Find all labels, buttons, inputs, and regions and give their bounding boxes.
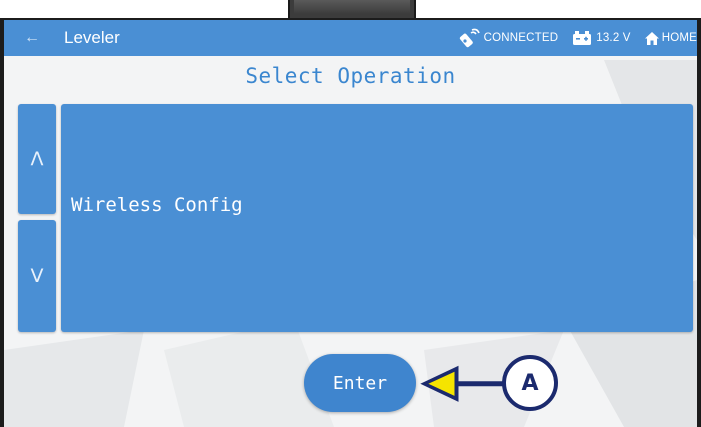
app-title: Leveler: [64, 28, 120, 47]
enter-button[interactable]: Enter: [304, 354, 416, 412]
connection-status: CONNECTED: [459, 28, 559, 48]
connection-status-label: CONNECTED: [483, 32, 559, 44]
chevron-up-icon: Λ: [30, 148, 44, 170]
home-label: HOME: [661, 32, 697, 44]
arrow-left-icon: ←: [24, 29, 40, 46]
app-header: ← Leveler CONNECTED 13.2 V HOME: [4, 20, 697, 56]
chevron-down-icon: V: [30, 265, 44, 287]
enter-button-label: Enter: [332, 372, 388, 394]
back-button[interactable]: ←: [14, 20, 50, 56]
device-screen: ← Leveler CONNECTED 13.2 V HOME Select O…: [0, 18, 701, 427]
battery-status: 13.2 V: [572, 30, 630, 46]
battery-icon: [573, 31, 592, 45]
top-tab-decoration: [288, 0, 416, 20]
home-button[interactable]: HOME: [644, 31, 697, 45]
scroll-up-button[interactable]: Λ: [18, 104, 56, 214]
page-title: Select Operation: [245, 64, 456, 88]
selected-operation-label: Wireless Config: [71, 194, 243, 216]
scroll-down-button[interactable]: V: [18, 220, 56, 332]
battery-voltage: 13.2 V: [596, 32, 631, 44]
callout-label: A: [521, 370, 539, 396]
wireless-remote-icon: [459, 28, 480, 48]
home-icon: [644, 31, 659, 45]
operation-selector[interactable]: Wireless Config: [61, 104, 693, 332]
callout-badge: A: [502, 355, 558, 411]
status-bar: CONNECTED 13.2 V HOME: [459, 20, 697, 56]
